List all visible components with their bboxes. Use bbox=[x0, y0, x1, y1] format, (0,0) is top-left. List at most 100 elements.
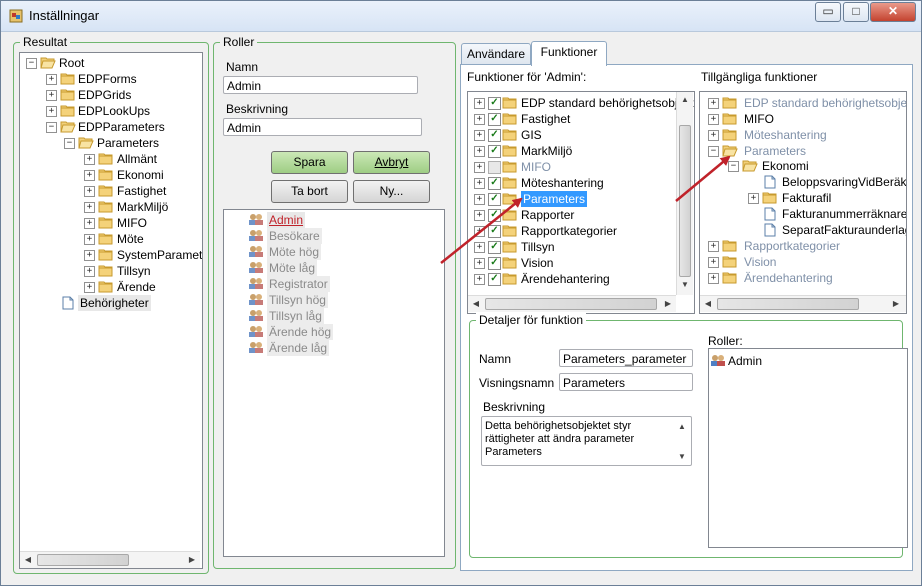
tree-node[interactable]: + Tillsyn bbox=[20, 263, 200, 279]
expand-icon[interactable]: + bbox=[46, 74, 57, 85]
checkbox[interactable]: ✓ bbox=[488, 241, 501, 254]
function-item[interactable]: + MIFO bbox=[468, 159, 676, 175]
tree-node[interactable]: + SystemParametrar bbox=[20, 247, 202, 263]
expand-icon[interactable]: + bbox=[84, 170, 95, 181]
expand-icon[interactable]: + bbox=[708, 114, 719, 125]
tree-node[interactable]: + Möte bbox=[20, 231, 200, 247]
available-function-item[interactable]: SeparatFakturaunderlag bbox=[700, 222, 906, 238]
tree-node[interactable]: + Ärende bbox=[20, 279, 200, 295]
role-list-item[interactable]: Tillsyn låg bbox=[234, 308, 434, 324]
function-item[interactable]: + ✓ Ärendehantering bbox=[468, 271, 676, 287]
tree-node-parameters[interactable]: − Parameters bbox=[20, 135, 200, 151]
function-item[interactable]: + ✓ Fastighet bbox=[468, 111, 676, 127]
expand-icon[interactable]: + bbox=[474, 226, 485, 237]
function-name-field[interactable]: Parameters_parameter bbox=[559, 349, 693, 367]
tree-node[interactable]: + Ärendehantering bbox=[700, 270, 906, 286]
checkbox[interactable]: ✓ bbox=[488, 129, 501, 142]
list-item[interactable]: Admin bbox=[710, 353, 900, 369]
expand-icon[interactable]: + bbox=[84, 250, 95, 261]
expand-icon[interactable]: + bbox=[84, 234, 95, 245]
checkbox[interactable]: ✓ bbox=[488, 209, 501, 222]
tab-users[interactable]: Användare bbox=[461, 43, 531, 65]
expand-icon[interactable]: + bbox=[84, 186, 95, 197]
expand-icon[interactable]: + bbox=[474, 210, 485, 221]
tree-node[interactable]: + MIFO bbox=[20, 215, 200, 231]
result-tree[interactable]: − Root + EDPForms + EDPGrids + EDPLookUps − EDP… bbox=[19, 52, 203, 569]
checkbox[interactable]: ✓ bbox=[488, 145, 501, 158]
scroll-up-icon[interactable]: ▲ bbox=[674, 422, 690, 431]
function-item[interactable]: + ✓ GIS bbox=[468, 127, 676, 143]
collapse-icon[interactable]: − bbox=[728, 161, 739, 172]
role-list-item[interactable]: Ärende hög bbox=[234, 324, 434, 340]
functions-tree[interactable]: + ✓ EDP standard behörighetsobjekt + ✓ Fastig… bbox=[467, 91, 695, 314]
scroll-right-icon[interactable]: ▶ bbox=[184, 555, 200, 564]
expand-icon[interactable]: + bbox=[84, 218, 95, 229]
function-item[interactable]: + ✓ EDP standard behörighetsobjekt bbox=[468, 95, 694, 111]
cancel-button[interactable]: Avbryt bbox=[353, 151, 430, 174]
expand-icon[interactable]: + bbox=[474, 274, 485, 285]
scroll-down-icon[interactable]: ▼ bbox=[674, 452, 690, 461]
function-item[interactable]: + ✓ Vision bbox=[468, 255, 676, 271]
expand-icon[interactable]: + bbox=[84, 202, 95, 213]
role-list-item[interactable]: Registrator bbox=[234, 276, 434, 292]
close-button[interactable]: ✕ bbox=[870, 2, 916, 22]
expand-icon[interactable]: + bbox=[708, 98, 719, 109]
scroll-thumb[interactable] bbox=[679, 125, 691, 277]
scroll-thumb[interactable] bbox=[37, 554, 129, 566]
functions-tree-vscroll[interactable]: ▲ ▼ bbox=[676, 92, 693, 295]
expand-icon[interactable]: + bbox=[708, 241, 719, 252]
tree-node[interactable]: − EDPParameters bbox=[20, 119, 200, 135]
function-item[interactable]: + ✓ Tillsyn bbox=[468, 239, 676, 255]
scroll-left-icon[interactable]: ◀ bbox=[20, 555, 36, 564]
tree-node[interactable]: + Rapportkategorier bbox=[700, 238, 906, 254]
collapse-icon[interactable]: − bbox=[46, 122, 57, 133]
role-list-item[interactable]: Besökare bbox=[234, 228, 434, 244]
checkbox[interactable]: ✓ bbox=[488, 97, 501, 110]
tab-functions[interactable]: Funktioner bbox=[531, 41, 607, 66]
expand-icon[interactable]: + bbox=[708, 273, 719, 284]
available-function-item[interactable]: + MIFO bbox=[700, 111, 906, 127]
new-button[interactable]: Ny... bbox=[353, 180, 430, 203]
expand-icon[interactable]: + bbox=[474, 178, 485, 189]
expand-icon[interactable]: + bbox=[708, 130, 719, 141]
scroll-right-icon[interactable]: ▶ bbox=[888, 299, 904, 308]
function-item[interactable]: + ✓ MarkMiljö bbox=[468, 143, 676, 159]
expand-icon[interactable]: + bbox=[84, 282, 95, 293]
function-item[interactable]: + ✓ Parameters bbox=[468, 191, 676, 207]
expand-icon[interactable]: + bbox=[708, 257, 719, 268]
tree-node[interactable]: + EDPGrids bbox=[20, 87, 200, 103]
available-tree-hscroll[interactable]: ◀ ▶ bbox=[700, 295, 906, 312]
checkbox[interactable]: ✓ bbox=[488, 193, 501, 206]
role-list-item[interactable]: Ärende låg bbox=[234, 340, 434, 356]
expand-icon[interactable]: + bbox=[84, 154, 95, 165]
scroll-down-icon[interactable]: ▼ bbox=[677, 280, 693, 289]
available-function-item[interactable]: + Fakturafil bbox=[700, 190, 906, 206]
delete-button[interactable]: Ta bort bbox=[271, 180, 348, 203]
tree-node-ekonomi[interactable]: − Ekonomi bbox=[700, 158, 906, 174]
role-desc-field[interactable]: Admin bbox=[223, 118, 422, 136]
checkbox[interactable]: ✓ bbox=[488, 113, 501, 126]
scroll-left-icon[interactable]: ◀ bbox=[700, 299, 716, 308]
expand-icon[interactable]: + bbox=[474, 146, 485, 157]
tree-node-root[interactable]: − Root bbox=[20, 55, 200, 71]
expand-icon[interactable]: + bbox=[474, 194, 485, 205]
function-desc-field[interactable]: Detta behörighetsobjektet styr rättighet… bbox=[481, 416, 692, 466]
function-item[interactable]: + ✓ Rapportkategorier bbox=[468, 223, 676, 239]
expand-icon[interactable]: + bbox=[474, 114, 485, 125]
expand-icon[interactable]: + bbox=[474, 258, 485, 269]
tree-node[interactable]: + EDPForms bbox=[20, 71, 200, 87]
scroll-thumb[interactable] bbox=[485, 298, 657, 310]
tree-node-behorigheter[interactable]: Behörigheter bbox=[20, 295, 200, 311]
tree-node[interactable]: + Fastighet bbox=[20, 183, 200, 199]
expand-icon[interactable]: + bbox=[46, 90, 57, 101]
result-tree-hscroll[interactable]: ◀ ▶ bbox=[20, 551, 200, 568]
tree-node[interactable]: + Ekonomi bbox=[20, 167, 200, 183]
expand-icon[interactable]: + bbox=[474, 162, 485, 173]
roles-list[interactable]: Admin Besökare Möte hög Möte låg Registrator… bbox=[223, 209, 445, 557]
collapse-icon[interactable]: − bbox=[26, 58, 37, 69]
tree-node[interactable]: + MarkMiljö bbox=[20, 199, 200, 215]
expand-icon[interactable]: + bbox=[474, 98, 485, 109]
checkbox[interactable]: ✓ bbox=[488, 257, 501, 270]
scroll-left-icon[interactable]: ◀ bbox=[468, 299, 484, 308]
expand-icon[interactable]: + bbox=[474, 242, 485, 253]
